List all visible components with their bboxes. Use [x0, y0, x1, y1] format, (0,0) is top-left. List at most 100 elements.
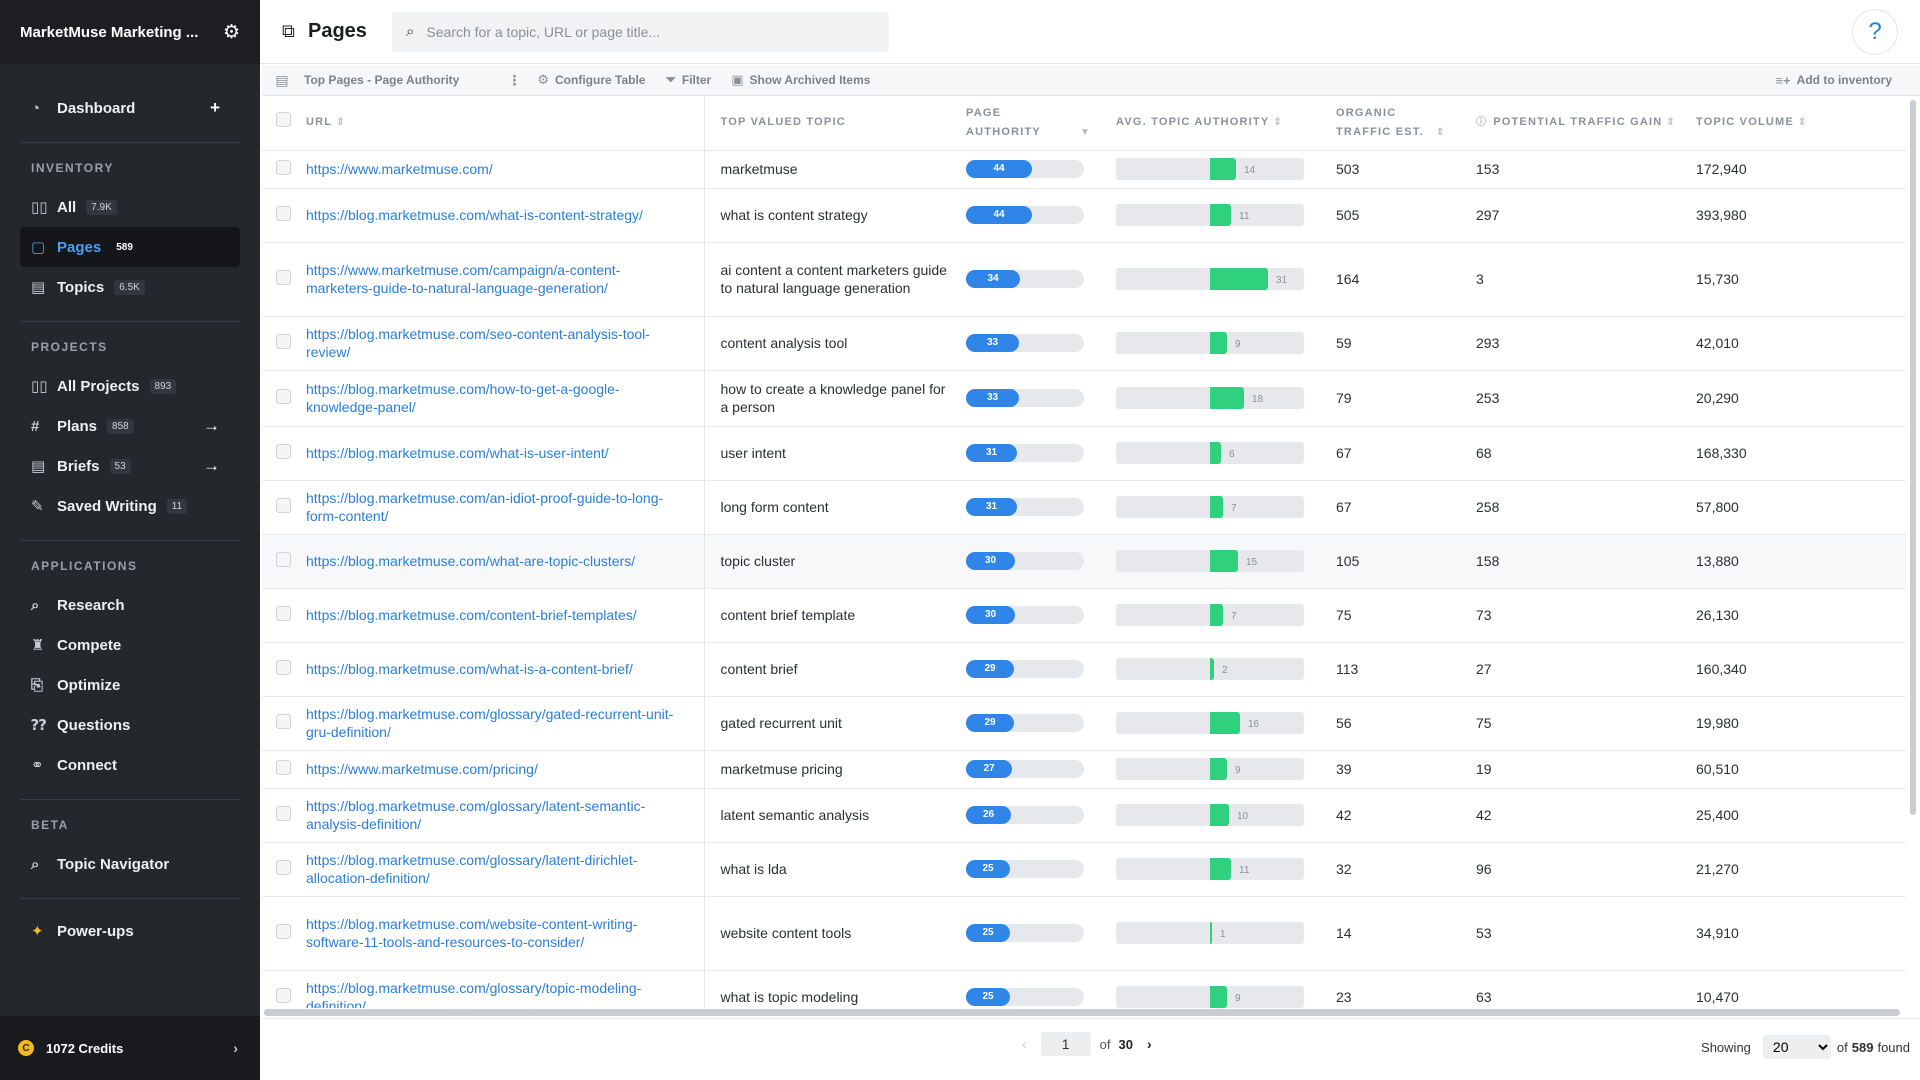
row-checkbox[interactable] [276, 805, 291, 821]
gear-icon[interactable]: ⚙ [223, 21, 240, 44]
sidebar-item-briefs[interactable]: ▤ Briefs 53 → [20, 446, 240, 486]
row-checkbox[interactable] [276, 205, 291, 221]
sidebar-item-pages[interactable]: ▢ Pages 589 [20, 227, 240, 267]
row-checkbox[interactable] [276, 497, 291, 513]
sidebar-item-saved-writing[interactable]: ✎ Saved Writing 11 [20, 486, 240, 526]
table-row[interactable]: https://blog.marketmuse.com/seo-content-… [262, 316, 1906, 371]
show-archived-button[interactable]: ▣ Show Archived Items [731, 72, 870, 88]
sidebar-toggle-icon[interactable]: ▤ [268, 72, 296, 89]
url-link[interactable]: https://blog.marketmuse.com/glossary/lat… [306, 842, 705, 897]
sort-icon[interactable]: ⇕ [1798, 117, 1808, 128]
sidebar-item-topics[interactable]: ▤ Topics 6.5K [20, 267, 240, 307]
more-options-icon[interactable]: ⋮ [507, 72, 521, 89]
per-page-select[interactable]: 20 [1762, 1035, 1831, 1059]
table-row[interactable]: https://blog.marketmuse.com/what-is-user… [262, 426, 1906, 481]
sort-icon[interactable]: ⇕ [1436, 127, 1446, 138]
page-number-input[interactable] [1040, 1032, 1091, 1056]
add-to-inventory-button[interactable]: ≡+ Add to inventory [1775, 73, 1892, 88]
row-checkbox[interactable] [276, 859, 291, 875]
table-row[interactable]: https://www.marketmuse.com/pricing/marke… [262, 750, 1906, 789]
sidebar-item-compete[interactable]: ♜ Compete [20, 625, 240, 665]
row-checkbox[interactable] [276, 659, 291, 675]
sort-icon[interactable]: ⇕ [1273, 117, 1283, 128]
row-checkbox[interactable] [276, 605, 291, 621]
sidebar-item-connect[interactable]: ⚭ Connect [20, 745, 240, 785]
sidebar-item-powerups[interactable]: ✦ Power-ups [20, 911, 240, 951]
url-link[interactable]: https://blog.marketmuse.com/what-is-a-co… [306, 642, 705, 697]
org-name[interactable]: MarketMuse Marketing ... [20, 24, 198, 41]
col-url[interactable]: URL ⇕ [306, 96, 705, 151]
row-checkbox[interactable] [276, 987, 291, 1003]
url-link[interactable]: https://blog.marketmuse.com/website-cont… [306, 896, 705, 971]
next-page-icon[interactable]: › [1147, 1036, 1152, 1052]
table-row[interactable]: https://blog.marketmuse.com/glossary/gat… [262, 696, 1906, 751]
row-checkbox[interactable] [276, 713, 291, 729]
select-all-checkbox[interactable] [276, 111, 291, 127]
row-checkbox[interactable] [276, 551, 291, 567]
row-checkbox[interactable] [276, 443, 291, 459]
sidebar-item-topic-navigator[interactable]: ⌕ Topic Navigator [20, 844, 240, 884]
row-checkbox[interactable] [276, 159, 291, 175]
info-icon[interactable]: ⓘ [1476, 117, 1487, 128]
table-row[interactable]: https://blog.marketmuse.com/an-idiot-pro… [262, 480, 1906, 535]
vertical-scrollbar[interactable] [1910, 100, 1916, 815]
url-link[interactable]: https://blog.marketmuse.com/an-idiot-pro… [306, 480, 705, 535]
sidebar-item-all[interactable]: ▯▯ All 7.9K [20, 187, 240, 227]
row-checkbox[interactable] [276, 759, 291, 775]
table-row[interactable]: https://www.marketmuse.com/campaign/a-co… [262, 242, 1906, 317]
table-row[interactable]: https://blog.marketmuse.com/glossary/lat… [262, 788, 1906, 843]
col-topic-authority[interactable]: AVG. TOPIC AUTHORITY ⇕ [1116, 96, 1336, 151]
sidebar-item-questions[interactable]: ⁇ Questions [20, 705, 240, 745]
table-row[interactable]: https://blog.marketmuse.com/glossary/top… [262, 970, 1906, 1008]
url-link[interactable]: https://www.marketmuse.com/ [306, 150, 705, 189]
table-row[interactable]: https://blog.marketmuse.com/what-is-a-co… [262, 642, 1906, 697]
col-volume[interactable]: TOPIC VOLUME ⇕ [1696, 96, 1906, 151]
arrow-right-icon[interactable]: → [203, 416, 220, 436]
credits-bar[interactable]: C 1072 Credits › [0, 1016, 260, 1080]
row-checkbox[interactable] [276, 269, 291, 285]
table-row[interactable]: https://blog.marketmuse.com/content-brie… [262, 588, 1906, 643]
url-link[interactable]: https://www.marketmuse.com/pricing/ [306, 750, 705, 789]
sort-desc-icon[interactable]: ▼ [1080, 127, 1091, 138]
search-box[interactable]: ⌕ [392, 11, 889, 52]
arrow-right-icon[interactable]: → [203, 456, 220, 476]
col-traffic[interactable]: ORGANIC TRAFFIC EST. ⇕ [1336, 96, 1476, 151]
sidebar-item-dashboard[interactable]: ◔ Dashboard + [20, 88, 240, 128]
url-link[interactable]: https://blog.marketmuse.com/what-are-top… [306, 534, 705, 589]
table-row[interactable]: https://blog.marketmuse.com/website-cont… [262, 896, 1906, 971]
sidebar-item-all-projects[interactable]: ▯▯ All Projects 893 [20, 366, 240, 406]
url-link[interactable]: https://blog.marketmuse.com/content-brie… [306, 588, 705, 643]
url-link[interactable]: https://blog.marketmuse.com/glossary/gat… [306, 696, 705, 751]
plus-icon[interactable]: + [210, 98, 220, 118]
table-row[interactable]: https://blog.marketmuse.com/glossary/lat… [262, 842, 1906, 897]
col-page-authority[interactable]: PAGE AUTHORITY ▼ [966, 96, 1116, 151]
view-selector[interactable]: Top Pages - Page Authority [304, 73, 459, 87]
table-row[interactable]: https://www.marketmuse.com/marketmuse 44 1… [262, 150, 1906, 189]
configure-table-button[interactable]: ⚙ Configure Table [537, 72, 645, 88]
sidebar-item-optimize[interactable]: ⎘ Optimize [20, 665, 240, 705]
url-link[interactable]: https://blog.marketmuse.com/glossary/top… [306, 970, 705, 1008]
table-row[interactable]: https://blog.marketmuse.com/what-is-cont… [262, 188, 1906, 243]
filter-button[interactable]: ⏷ Filter [665, 72, 711, 88]
row-checkbox[interactable] [276, 333, 291, 349]
help-button[interactable]: ? [1852, 9, 1898, 55]
sidebar-item-plans[interactable]: # Plans 858 → [20, 406, 240, 446]
row-checkbox[interactable] [276, 388, 291, 404]
sort-icon[interactable]: ⇕ [1666, 117, 1676, 128]
url-link[interactable]: https://www.marketmuse.com/campaign/a-co… [306, 242, 705, 317]
url-link[interactable]: https://blog.marketmuse.com/what-is-user… [306, 426, 705, 481]
table-row[interactable]: https://blog.marketmuse.com/how-to-get-a… [262, 370, 1906, 427]
url-link[interactable]: https://blog.marketmuse.com/seo-content-… [306, 316, 705, 371]
row-checkbox[interactable] [276, 923, 291, 939]
col-gain[interactable]: ⓘ POTENTIAL TRAFFIC GAIN ⇕ [1476, 96, 1696, 151]
sidebar-item-research[interactable]: ⌕ Research [20, 585, 240, 625]
chevron-right-icon[interactable]: › [233, 1040, 238, 1056]
url-link[interactable]: https://blog.marketmuse.com/glossary/lat… [306, 788, 705, 843]
horizontal-scrollbar[interactable] [264, 1009, 1900, 1016]
sort-icon[interactable]: ⇕ [336, 117, 346, 128]
table-row[interactable]: https://blog.marketmuse.com/what-are-top… [262, 534, 1906, 589]
search-input[interactable] [426, 23, 867, 40]
url-link[interactable]: https://blog.marketmuse.com/what-is-cont… [306, 188, 705, 243]
url-link[interactable]: https://blog.marketmuse.com/how-to-get-a… [306, 370, 705, 427]
prev-page-icon[interactable]: ‹ [1022, 1036, 1027, 1052]
